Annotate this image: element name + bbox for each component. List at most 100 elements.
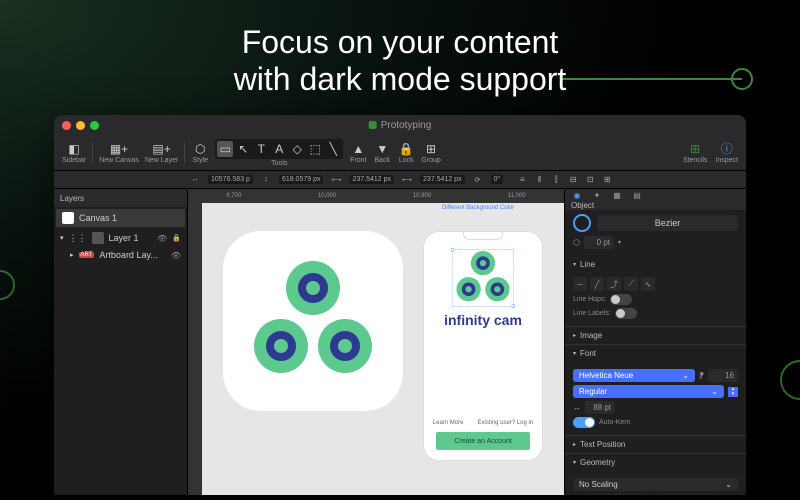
label: New Canvas xyxy=(99,157,139,164)
h-value[interactable]: 237.5412 px xyxy=(420,175,465,184)
shape-type[interactable]: Bezier xyxy=(597,215,738,231)
inspect-button[interactable]: ⓘInspect xyxy=(715,142,738,164)
visibility-icon[interactable]: 👁 xyxy=(157,234,167,243)
cta-button[interactable]: Create an Account xyxy=(436,432,530,450)
layer-item[interactable]: ▾ ⋮⋮ Layer 1 👁 🔒 xyxy=(54,229,187,247)
logo-shape-selected[interactable] xyxy=(454,251,513,305)
toolbar: ◧Sidebar ▦+New Canvas ▤+New Layer ⬡Style… xyxy=(54,135,746,171)
line-tool[interactable]: ╲ xyxy=(325,141,341,157)
pointer-tool[interactable]: ↖ xyxy=(235,141,251,157)
image-section-header[interactable]: ▸Image xyxy=(565,327,746,344)
align-icon[interactable]: ⊟ xyxy=(566,173,580,187)
lock-button[interactable]: 🔒Lock xyxy=(397,142,415,164)
layer-swatch xyxy=(92,232,104,244)
y-value[interactable]: 618.0579 px xyxy=(279,175,324,184)
layer-label: Layer 1 xyxy=(109,233,139,243)
properties-tab[interactable]: ✦ xyxy=(591,189,603,201)
document-tab[interactable]: ▤ xyxy=(631,189,643,201)
new-canvas-button[interactable]: ▦+New Canvas xyxy=(99,142,139,164)
line-labels-toggle[interactable] xyxy=(615,308,637,319)
close-button[interactable] xyxy=(62,121,71,130)
line-style-icon[interactable]: ⤴ xyxy=(607,277,621,291)
y-icon: ↕ xyxy=(259,173,273,187)
ruler-vertical xyxy=(188,203,202,495)
group-button[interactable]: ⊞Group xyxy=(421,142,440,164)
back-button[interactable]: ▼Back xyxy=(373,142,391,164)
crop-tool[interactable]: ⬚ xyxy=(307,141,323,157)
window-controls xyxy=(62,121,99,130)
auto-kern-toggle[interactable] xyxy=(573,417,595,428)
front-button[interactable]: ▲Front xyxy=(349,142,367,164)
learn-more-link[interactable]: Learn More xyxy=(433,420,464,426)
chevron-right-icon[interactable]: ▸ xyxy=(70,251,74,259)
line-section-header[interactable]: ▾Line xyxy=(565,256,746,273)
line-style-icon[interactable]: ∿ xyxy=(641,277,655,291)
artboard-icon[interactable] xyxy=(223,231,403,411)
selection-outline[interactable] xyxy=(452,249,514,307)
font-family-select[interactable]: Helvetica Neue⌄ xyxy=(573,369,695,382)
line-style-icon[interactable]: ╱ xyxy=(590,277,604,291)
stroke-value[interactable]: 0 pt xyxy=(584,236,614,249)
canvas-tab[interactable]: ▦ xyxy=(611,189,623,201)
font-size-value[interactable]: 16 xyxy=(708,369,738,382)
inspector-tabs: ◉ ✦ ▦ ▤ xyxy=(565,189,746,201)
x-value[interactable]: 10576.583 p xyxy=(208,175,253,184)
visibility-icon[interactable]: 👁 xyxy=(171,251,181,260)
canvas-item[interactable]: Canvas 1 xyxy=(56,209,185,227)
line-hops-toggle[interactable] xyxy=(610,294,632,305)
angle-value[interactable]: 0° xyxy=(491,175,504,184)
font-weight-select[interactable]: Regular⌄ xyxy=(573,385,724,398)
brand-text[interactable]: infinity cam xyxy=(444,312,522,328)
layer-item[interactable]: ▸ ART Artboard Lay... 👁 xyxy=(54,247,187,263)
shape-preview[interactable] xyxy=(573,214,591,232)
label: Stencils xyxy=(683,157,708,164)
label: Lock xyxy=(399,157,414,164)
canvas-label: Canvas 1 xyxy=(79,213,117,223)
shape-tool[interactable]: ◇ xyxy=(289,141,305,157)
geo-y[interactable]: 618.0579 px xyxy=(661,494,717,495)
separator xyxy=(92,143,93,163)
align-icon[interactable]: ⫴ xyxy=(532,173,546,187)
layers-sidebar: Layers Canvas 1 ▾ ⋮⋮ Layer 1 👁 🔒 ▸ ART A… xyxy=(54,189,188,495)
lock-icon[interactable]: 🔒 xyxy=(172,234,181,242)
label: Group xyxy=(421,157,440,164)
minimize-button[interactable] xyxy=(76,121,85,130)
label: Style xyxy=(193,157,209,164)
zoom-button[interactable] xyxy=(90,121,99,130)
align-icon[interactable]: ≡ xyxy=(515,173,529,187)
deco-ring xyxy=(780,360,800,400)
line-hops-label: Line Hops: xyxy=(573,296,606,303)
align-icon[interactable]: ⊞ xyxy=(600,173,614,187)
line-style-icon[interactable]: ⟋ xyxy=(624,277,638,291)
label: New Layer xyxy=(145,157,178,164)
geometry-section-header[interactable]: ▾Geometry xyxy=(565,454,746,471)
pen-tool[interactable]: A xyxy=(271,141,287,157)
line-style-icon[interactable]: ─ xyxy=(573,277,587,291)
align-icon[interactable]: ⊡ xyxy=(583,173,597,187)
canvas-area[interactable]: 9,700 10,000 10,900 11,000 Different Bac… xyxy=(188,189,564,495)
label: Tools xyxy=(271,160,287,167)
text-tool[interactable]: T xyxy=(253,141,269,157)
w-value[interactable]: 237.5412 px xyxy=(349,175,394,184)
font-section-header[interactable]: ▾Font xyxy=(565,345,746,362)
font-stepper[interactable]: ▴▾ xyxy=(728,387,738,397)
sidebar-toggle[interactable]: ◧Sidebar xyxy=(62,142,86,164)
new-layer-button[interactable]: ▤+New Layer xyxy=(145,142,178,164)
select-tool[interactable]: ▭ xyxy=(217,141,233,157)
scaling-select[interactable]: No Scaling⌄ xyxy=(573,478,738,491)
login-link[interactable]: Existing user? Log in xyxy=(477,420,533,426)
artboard-phone[interactable]: infinity cam Learn More Existing user? L… xyxy=(423,231,543,461)
geo-x[interactable]: 10576.583 px xyxy=(587,494,643,495)
style-button[interactable]: ⬡Style xyxy=(191,142,209,164)
line-labels-label: Line Labels: xyxy=(573,310,611,317)
logo-shape[interactable] xyxy=(248,261,378,381)
stencils-button[interactable]: ⊞Stencils xyxy=(683,142,708,164)
tools-group: ▭ ↖ T A ◇ ⬚ ╲ xyxy=(215,139,343,159)
spacing-value[interactable]: 88 pt xyxy=(585,401,615,414)
chevron-down-icon[interactable]: ▾ xyxy=(60,234,64,242)
chevron-down-icon[interactable]: ▾ xyxy=(618,239,621,246)
text-position-header[interactable]: ▸Text Position xyxy=(565,436,746,453)
separator xyxy=(184,143,185,163)
align-icon[interactable]: ⫿ xyxy=(549,173,563,187)
object-tab[interactable]: ◉ xyxy=(571,189,583,201)
